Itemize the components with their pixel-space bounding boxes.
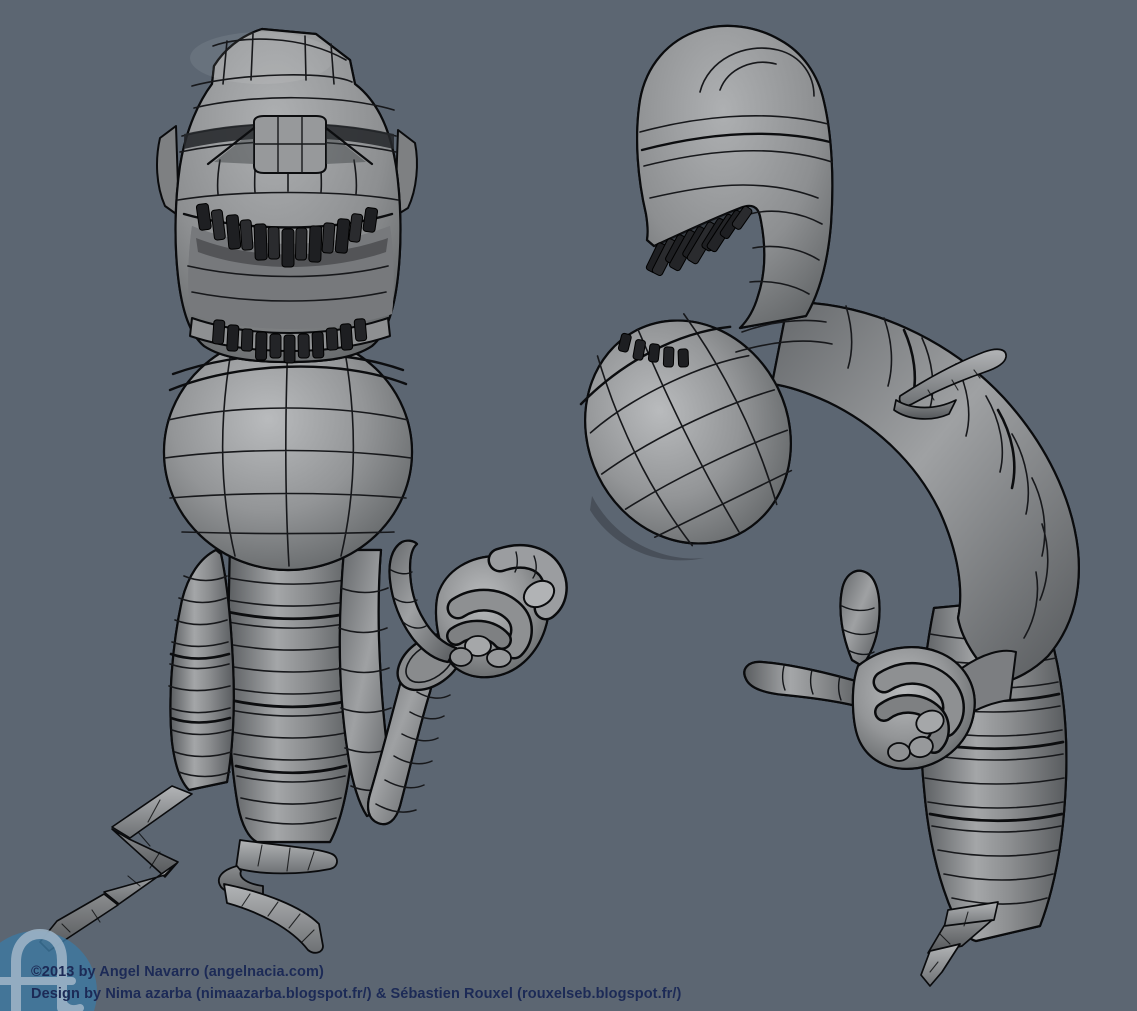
mummy-wireframe-render — [0, 24, 1080, 1011]
figure-front-head — [156, 27, 418, 364]
credit-line-2: Design by Nima azarba (nimaazarba.blogsp… — [31, 986, 682, 1002]
figure-front-view — [39, 27, 568, 954]
figure-front-left-arm — [168, 548, 235, 792]
figure-side-head — [636, 24, 834, 353]
figure-front-belly — [162, 332, 414, 572]
figure-side-arm — [770, 300, 1080, 686]
bandage-ribbon-torso — [217, 839, 338, 954]
bandage-ribbon-left-arm — [39, 785, 193, 952]
credit-line-1: ©2013 by Angel Navarro (angelnacia.com) — [31, 964, 324, 980]
credits: ©2013 by Angel Navarro (angelnacia.com) … — [31, 961, 681, 1005]
figure-front-torso — [226, 538, 359, 844]
thumb — [839, 569, 881, 668]
figure-side-view — [547, 24, 1080, 987]
figure-front-hand — [388, 539, 568, 692]
bandage-ribbon-body-column — [920, 901, 999, 987]
render-canvas: ©2013 by Angel Navarro (angelnacia.com) … — [0, 0, 1137, 1011]
pointing-index-finger — [743, 660, 868, 710]
